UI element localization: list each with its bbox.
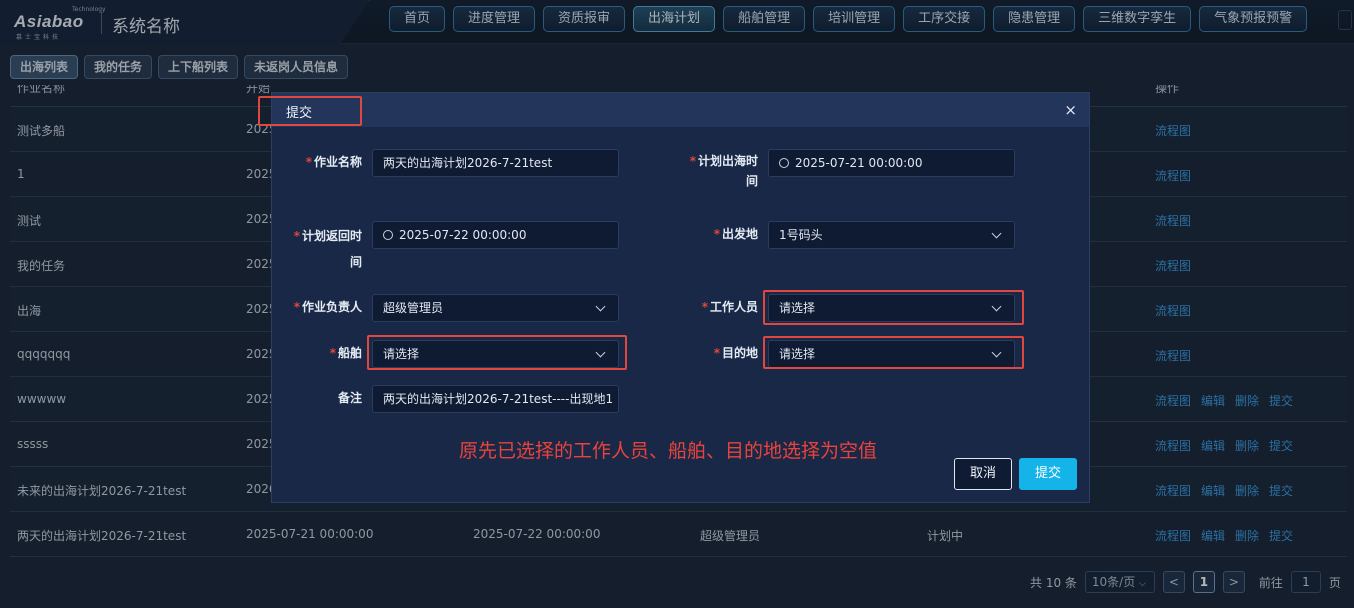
label-plan-depart-time: * 计划出海时间	[668, 151, 758, 191]
chevron-down-icon	[595, 301, 606, 312]
label-text: 计划返回时	[301, 229, 362, 243]
leader-select[interactable]: 超级管理员	[372, 294, 619, 322]
label-text: 备注	[337, 391, 362, 405]
label-text: 工作人员	[709, 300, 758, 314]
chevron-down-icon	[991, 228, 1002, 239]
label-text: 作业负责人	[301, 300, 362, 314]
label-text: 船舶	[337, 346, 362, 360]
job-name-input[interactable]: 两天的出海计划2026-7-21test	[372, 149, 619, 177]
remark-input[interactable]: 两天的出海计划2026-7-21test----出现地1	[372, 385, 619, 413]
workers-highlight-box	[763, 290, 1024, 325]
required-mark: *	[329, 346, 336, 360]
label-workers: * 工作人员	[668, 294, 758, 320]
required-mark: *	[293, 300, 300, 314]
dialog-header: 提交 ×	[258, 93, 1089, 127]
cancel-button[interactable]: 取消	[954, 458, 1012, 490]
required-mark: *	[701, 300, 708, 314]
required-mark: *	[305, 155, 312, 169]
select-value: 1号码头	[779, 228, 823, 242]
submit-dialog: 提交 × * 作业名称 两天的出海计划2026-7-21test * 计划出海时间 …	[258, 92, 1090, 503]
label-text: 目的地	[721, 346, 758, 360]
picker-value: 2025-07-21 00:00:00	[795, 156, 923, 170]
title-highlight-box	[258, 96, 362, 126]
label-depart-place: * 出发地	[668, 221, 758, 247]
required-mark: *	[713, 227, 720, 241]
required-mark: *	[293, 229, 300, 243]
select-value: 超级管理员	[383, 301, 444, 315]
label-destination: * 目的地	[668, 340, 758, 366]
label-text: 出发地	[721, 227, 758, 241]
clock-icon	[383, 230, 393, 240]
ship-highlight-box	[367, 335, 627, 370]
submit-button[interactable]: 提交	[1019, 458, 1077, 490]
required-mark: *	[713, 346, 720, 360]
clock-icon	[779, 158, 789, 168]
destination-highlight-box	[763, 336, 1024, 369]
close-icon[interactable]: ×	[1064, 101, 1077, 119]
label-text-cont: 间	[745, 174, 758, 188]
picker-value: 2025-07-22 00:00:00	[399, 228, 527, 242]
label-text: 作业名称	[313, 155, 362, 169]
label-text-cont: 间	[349, 255, 362, 269]
label-plan-return-time: * 计划返回时间	[272, 223, 362, 275]
label-remark: 备注	[272, 385, 362, 411]
required-mark: *	[689, 154, 696, 168]
depart-place-select[interactable]: 1号码头	[768, 221, 1015, 249]
label-leader: * 作业负责人	[272, 294, 362, 320]
label-ship: * 船舶	[272, 340, 362, 366]
plan-return-time-picker[interactable]: 2025-07-22 00:00:00	[372, 221, 619, 249]
label-text: 计划出海时	[697, 154, 758, 168]
annotation-text: 原先已选择的工作人员、船舶、目的地选择为空值	[459, 440, 878, 462]
plan-depart-time-picker[interactable]: 2025-07-21 00:00:00	[768, 149, 1015, 177]
label-job-name: * 作业名称	[272, 149, 362, 175]
